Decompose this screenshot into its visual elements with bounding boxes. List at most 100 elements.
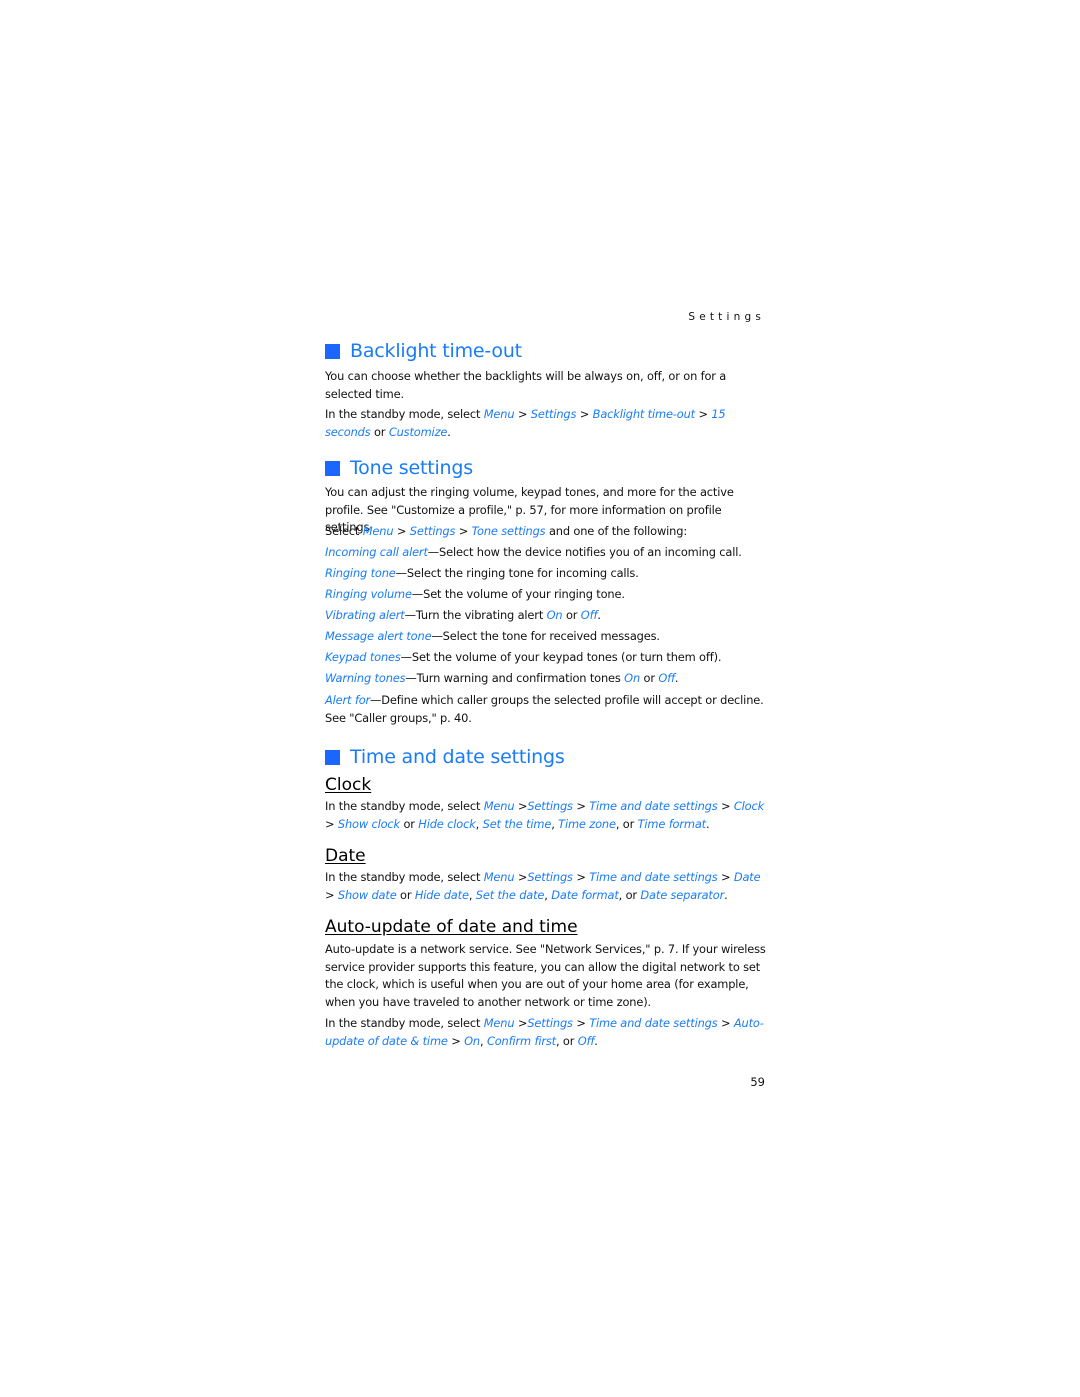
tone-option-item: Incoming call alert—Select how the devic… <box>325 544 770 562</box>
text-run: —Turn the vibrating alert <box>404 608 547 622</box>
option-term: Message alert tone <box>325 629 432 643</box>
text-run: or <box>400 816 419 831</box>
link-off: Off <box>658 671 675 685</box>
text-run: . <box>674 671 679 685</box>
link-on: On <box>546 608 563 622</box>
menu-path-term: Date <box>733 870 761 884</box>
link-menu: Menu <box>362 524 394 538</box>
text-run: In the standby mode, select <box>325 870 484 884</box>
option-term: Keypad tones <box>325 650 401 664</box>
menu-path-term: Time format <box>637 816 707 831</box>
text-run: , or <box>615 816 638 831</box>
tone-option-item: Alert for—Define which caller groups the… <box>325 692 770 727</box>
text-run: > <box>572 870 590 884</box>
text-run: —Select the ringing tone for incoming ca… <box>395 566 639 580</box>
link-customize: Customize <box>388 424 448 439</box>
section-title: Time and date settings <box>350 746 565 768</box>
menu-path-term: Set the time <box>482 816 552 831</box>
tone-instructions: Select Menu > Settings > Tone settings a… <box>325 523 770 541</box>
running-header: Settings <box>688 311 765 323</box>
link-settings: Settings <box>530 407 577 421</box>
text-run: . <box>724 887 728 902</box>
menu-path-term: Settings <box>527 870 573 884</box>
menu-path-term: Time zone <box>558 816 616 831</box>
text-run: In the standby mode, select <box>325 1016 484 1030</box>
text-run: > <box>572 1016 590 1030</box>
tone-option-item: Ringing tone—Select the ringing tone for… <box>325 565 770 583</box>
text-run: —Define which caller groups the selected… <box>325 693 764 725</box>
text-run: . <box>447 424 451 439</box>
section-heading-backlight: Backlight time-out <box>325 340 522 362</box>
option-term: Alert for <box>325 693 371 707</box>
text-run: , <box>479 1033 487 1048</box>
text-run: , <box>468 887 476 902</box>
menu-path-term: Show clock <box>337 816 400 831</box>
menu-path-term: Clock <box>733 799 765 813</box>
menu-path-term: Settings <box>527 799 573 813</box>
menu-path-term: Time and date settings <box>589 799 718 813</box>
option-term: Ringing tone <box>325 566 396 580</box>
text-run: > <box>717 799 734 813</box>
text-run: . <box>594 1033 598 1048</box>
option-term: Ringing volume <box>325 587 412 601</box>
text-run: > <box>717 1016 734 1030</box>
text-run: —Set the volume of your ringing tone. <box>411 587 625 601</box>
menu-path-term: Hide date <box>414 887 469 902</box>
text-run: > <box>514 799 528 813</box>
text-run: > <box>717 870 734 884</box>
text-run: > <box>514 1016 528 1030</box>
text-run: > <box>514 870 528 884</box>
text-run: —Select how the device notifies you of a… <box>427 545 742 559</box>
menu-path-term: Menu <box>483 870 515 884</box>
page-number: 59 <box>750 1075 765 1089</box>
subheading-date: Date <box>325 846 366 866</box>
option-term: Incoming call alert <box>325 545 428 559</box>
menu-path-term: Confirm first <box>486 1033 556 1048</box>
section-square-icon <box>325 749 340 765</box>
subheading-auto-update: Auto-update of date and time <box>325 917 578 937</box>
backlight-instructions: In the standby mode, select Menu > Setti… <box>325 406 770 441</box>
tone-option-item: Keypad tones—Set the volume of your keyp… <box>325 649 770 667</box>
date-instructions: In the standby mode, select Menu >Settin… <box>325 869 770 904</box>
text-run: or <box>370 424 389 439</box>
menu-path-term: Menu <box>483 1016 515 1030</box>
menu-path-term: Time and date settings <box>589 870 718 884</box>
menu-path-term: Date format <box>551 887 619 902</box>
section-title: Tone settings <box>350 457 473 479</box>
text-run: , <box>475 816 483 831</box>
menu-path-term: Hide clock <box>418 816 476 831</box>
text-run: , or <box>618 887 641 902</box>
text-run: > <box>572 799 590 813</box>
section-square-icon <box>325 343 340 359</box>
menu-path-term: Settings <box>527 1016 573 1030</box>
text-run: . <box>597 608 601 622</box>
tone-option-item: Vibrating alert—Turn the vibrating alert… <box>325 607 770 625</box>
section-title: Backlight time-out <box>350 340 522 362</box>
auto-update-description: Auto-update is a network service. See "N… <box>325 942 766 1009</box>
backlight-description: You can choose whether the backlights wi… <box>325 369 727 401</box>
auto-update-instructions: In the standby mode, select Menu >Settin… <box>325 1015 770 1050</box>
menu-path-term: Set the date <box>475 887 545 902</box>
link-off: Off <box>580 608 598 622</box>
section-heading-tone: Tone settings <box>325 457 473 479</box>
text-run: > <box>694 407 712 421</box>
tone-option-item: Message alert tone—Select the tone for r… <box>325 628 770 646</box>
text-run: and one of the following: <box>545 524 688 538</box>
text-run: or <box>396 887 415 902</box>
link-settings: Settings <box>409 524 456 538</box>
option-term: Warning tones <box>325 671 406 685</box>
menu-path-term: Date separator <box>640 887 725 902</box>
menu-path-term: Off <box>577 1033 595 1048</box>
tone-option-item: Ringing volume—Set the volume of your ri… <box>325 586 770 604</box>
text-run: or <box>640 671 659 685</box>
section-square-icon <box>325 460 340 476</box>
text-run: > <box>447 1033 465 1048</box>
menu-path-term: On <box>464 1033 480 1048</box>
option-term: Vibrating alert <box>325 608 405 622</box>
tone-option-item: Warning tones—Turn warning and confirmat… <box>325 670 770 688</box>
text-run: Select <box>325 524 363 538</box>
menu-path-term: Show date <box>337 887 397 902</box>
text-run: > <box>393 524 410 538</box>
link-tone-settings: Tone settings <box>471 524 546 538</box>
subheading-clock: Clock <box>325 775 372 795</box>
